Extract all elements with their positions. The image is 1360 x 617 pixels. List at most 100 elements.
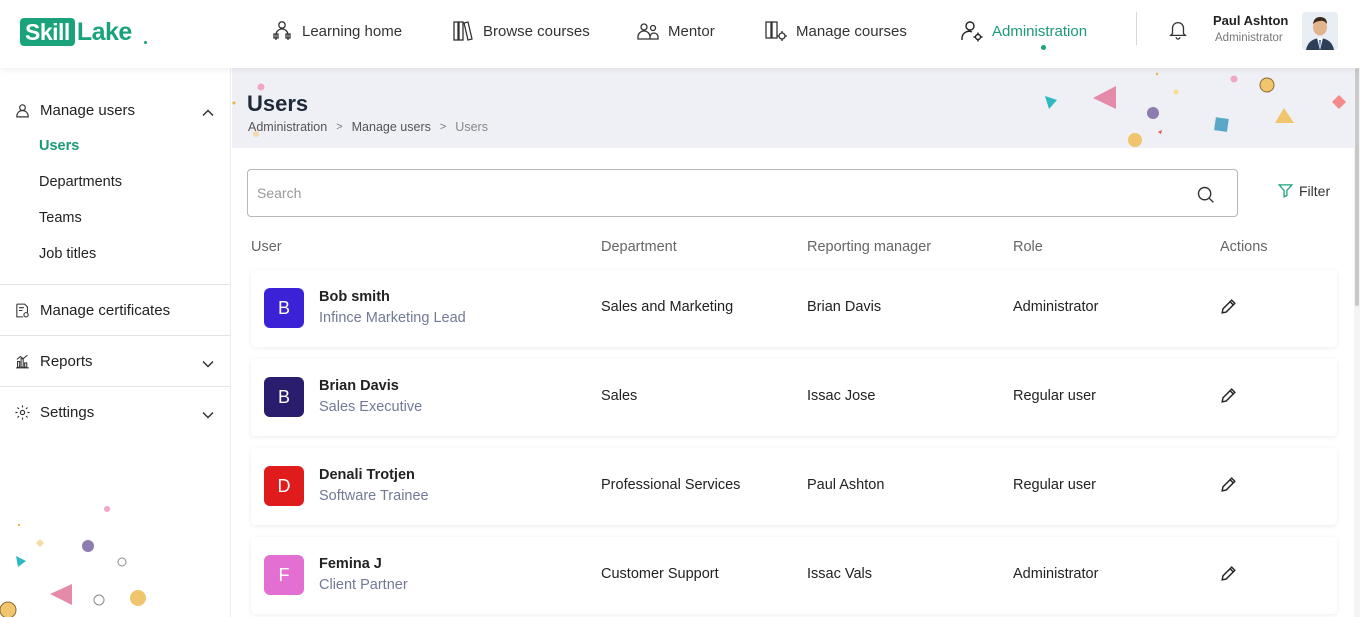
scrollbar[interactable] — [1354, 68, 1360, 617]
filter-label: Filter — [1299, 182, 1331, 199]
skilllake-logo[interactable]: Skill Lake — [20, 18, 132, 46]
logo-box-text: Skill — [20, 18, 75, 46]
nav-label: Learning home — [302, 22, 403, 40]
mentor-icon — [637, 23, 659, 40]
certificate-icon — [16, 303, 29, 318]
table-row[interactable]: B Brian Davis Sales Executive Sales Issa… — [251, 359, 1337, 436]
breadcrumb-item-users: Users — [455, 120, 488, 134]
user-department: Sales — [601, 388, 638, 404]
gear-icon — [15, 405, 30, 420]
nav-mentor[interactable]: Mentor — [636, 16, 715, 46]
sidebar-item-label: Settings — [40, 404, 95, 421]
top-divider — [1136, 12, 1137, 45]
nav-label: Administration — [992, 22, 1088, 40]
sidebar-settings[interactable]: Settings — [14, 404, 94, 421]
filter-button[interactable]: Filter — [1277, 182, 1330, 199]
user-job-title: Client Partner — [319, 577, 408, 593]
sidebar-item-label: Reports — [40, 353, 93, 370]
breadcrumb-separator: > — [336, 121, 343, 133]
search-icon[interactable] — [1195, 184, 1216, 205]
column-header-reporting-manager: Reporting manager — [807, 239, 932, 255]
user-job-title: Software Trainee — [319, 488, 429, 504]
pencil-icon[interactable] — [1219, 475, 1238, 494]
sidebar-item-departments[interactable]: Departments — [39, 174, 122, 190]
sidebar-item-label: Manage certificates — [40, 302, 171, 319]
filter-icon — [1277, 184, 1294, 198]
user-name[interactable]: Femina J — [319, 556, 382, 572]
nav-administration[interactable]: Administration — [960, 16, 1087, 46]
column-header-user: User — [251, 239, 282, 255]
pencil-icon[interactable] — [1219, 297, 1238, 316]
nav-label: Browse courses — [483, 22, 590, 40]
manage-courses-icon — [765, 21, 787, 41]
user-name[interactable]: Bob smith — [319, 289, 390, 305]
table-row[interactable]: B Bob smith Infince Marketing Lead Sales… — [251, 270, 1337, 347]
page-header-banner: Users Administration > Manage users > Us… — [232, 68, 1354, 148]
chevron-down-icon[interactable] — [201, 357, 215, 371]
sidebar-manage-certificates[interactable]: Manage certificates — [14, 302, 170, 319]
books-icon — [453, 21, 473, 41]
sidebar-item-users[interactable]: Users — [39, 138, 79, 154]
user-role: Administrator — [1013, 566, 1099, 582]
breadcrumb: Administration > Manage users > Users — [248, 120, 488, 134]
scrollbar-thumb[interactable] — [1355, 68, 1359, 306]
pencil-icon[interactable] — [1219, 564, 1238, 583]
nav-learning-home[interactable]: Learning home — [270, 16, 402, 46]
learning-home-icon — [273, 21, 291, 40]
breadcrumb-item-manage-users[interactable]: Manage users — [352, 120, 431, 134]
user-name[interactable]: Brian Davis — [319, 378, 399, 394]
profile-name[interactable]: Paul Ashton — [1213, 13, 1288, 28]
user-name[interactable]: Denali Trotjen — [319, 467, 415, 483]
avatar[interactable] — [1302, 12, 1338, 50]
user-initial-avatar: F — [264, 555, 304, 595]
page-title: Users — [247, 91, 309, 116]
nav-browse-courses[interactable]: Browse courses — [451, 16, 590, 46]
bar-chart-icon — [16, 354, 29, 369]
sidebar-divider — [0, 335, 230, 336]
confetti-decoration — [0, 506, 146, 617]
nav-active-indicator — [1041, 45, 1046, 50]
breadcrumb-item-administration[interactable]: Administration — [248, 120, 327, 134]
user-role: Regular user — [1013, 477, 1097, 493]
admin-user-gear-icon — [961, 21, 983, 42]
user-job-title: Infince Marketing Lead — [319, 310, 466, 326]
logo-dot — [144, 41, 147, 44]
table-row[interactable]: D Denali Trotjen Software Trainee Profes… — [251, 448, 1337, 525]
column-header-department: Department — [601, 239, 677, 255]
nav-label: Manage courses — [796, 22, 907, 40]
sidebar-manage-users[interactable]: Manage users — [14, 102, 135, 119]
user-department: Professional Services — [601, 477, 741, 493]
user-initial-avatar: D — [264, 466, 304, 506]
sidebar-divider — [0, 284, 230, 285]
user-initial-avatar: B — [264, 288, 304, 328]
main-content: Users Administration > Manage users > Us… — [232, 68, 1354, 617]
nav-manage-courses[interactable]: Manage courses — [764, 16, 907, 46]
search-input[interactable] — [257, 182, 1157, 204]
sidebar-item-teams[interactable]: Teams — [39, 210, 82, 226]
breadcrumb-separator: > — [439, 121, 447, 133]
table-row[interactable]: F Femina J Client Partner Customer Suppo… — [251, 537, 1337, 614]
sidebar-item-job-titles[interactable]: Job titles — [39, 246, 96, 262]
banner-confetti — [232, 72, 1346, 147]
chevron-down-icon[interactable] — [201, 408, 215, 422]
sidebar-divider — [0, 386, 230, 387]
user-reporting-manager: Brian Davis — [807, 299, 882, 315]
sidebar-item-label: Manage users — [40, 102, 136, 119]
user-department: Customer Support — [601, 566, 719, 582]
user-role: Administrator — [1013, 299, 1099, 315]
user-reporting-manager: Issac Jose — [807, 388, 876, 404]
logo-rest-text: Lake — [76, 17, 132, 46]
chevron-up-icon[interactable] — [201, 106, 215, 120]
user-reporting-manager: Issac Vals — [807, 566, 873, 582]
column-header-actions: Actions — [1220, 239, 1268, 255]
profile-role: Administrator — [1215, 32, 1283, 44]
sidebar-reports[interactable]: Reports — [14, 353, 93, 370]
search-box — [247, 169, 1238, 217]
user-job-title: Sales Executive — [319, 399, 423, 415]
user-icon — [16, 104, 29, 118]
user-reporting-manager: Paul Ashton — [807, 477, 885, 493]
pencil-icon[interactable] — [1219, 386, 1238, 405]
sidebar: Manage users Users Departments Teams Job… — [0, 68, 231, 617]
user-role: Regular user — [1013, 388, 1097, 404]
bell-icon[interactable] — [1167, 18, 1189, 40]
